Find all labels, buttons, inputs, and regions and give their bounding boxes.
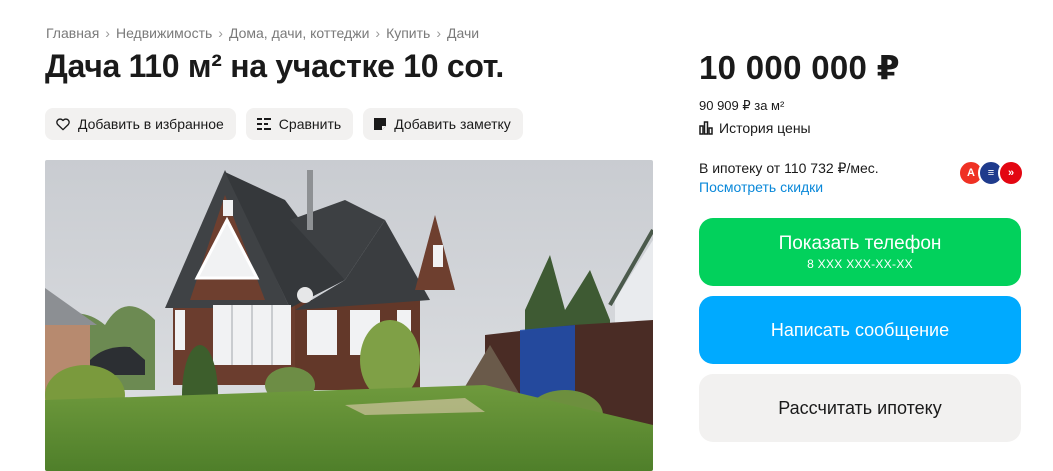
add-to-favorites-button[interactable]: Добавить в избранное <box>45 108 236 140</box>
add-note-label: Добавить заметку <box>394 116 511 132</box>
compare-button[interactable]: Сравнить <box>245 108 354 140</box>
add-to-favorites-label: Добавить в избранное <box>78 116 224 132</box>
breadcrumb-item-realty[interactable]: Недвижимость <box>116 25 212 41</box>
breadcrumb-separator: › <box>436 25 441 41</box>
show-phone-button[interactable]: Показать телефон 8 XXX XXX-XX-XX <box>699 218 1021 286</box>
breadcrumb-item-houses[interactable]: Дома, дачи, коттеджи <box>229 25 369 41</box>
listing-actions: Добавить в избранное Сравнить Добавить з… <box>45 108 523 140</box>
price-history-label: История цены <box>719 120 811 136</box>
compare-label: Сравнить <box>278 116 342 132</box>
write-message-button[interactable]: Написать сообщение <box>699 296 1021 364</box>
page-title: Дача 110 м² на участке 10 сот. <box>45 48 504 84</box>
mortgage-offer: В ипотеку от 110 732 ₽/мес. <box>699 160 879 176</box>
breadcrumb-item-dachas[interactable]: Дачи <box>447 25 479 41</box>
show-phone-label: Показать телефон <box>778 233 942 254</box>
breadcrumb-item-home[interactable]: Главная <box>46 25 99 41</box>
bank-logos: A ≡ » <box>958 160 1024 186</box>
price-per-sqm: 90 909 ₽ за м² <box>699 98 785 113</box>
note-icon <box>374 118 387 130</box>
breadcrumb: Главная › Недвижимость › Дома, дачи, кот… <box>46 25 479 41</box>
calculate-mortgage-label: Рассчитать ипотеку <box>778 397 942 418</box>
breadcrumb-item-buy[interactable]: Купить <box>386 25 430 41</box>
heart-icon <box>56 118 70 131</box>
bank-red-icon: » <box>998 160 1024 186</box>
breadcrumb-separator: › <box>105 25 110 41</box>
price-history-link[interactable]: История цены <box>699 120 811 136</box>
add-note-button[interactable]: Добавить заметку <box>363 108 523 140</box>
bar-chart-icon <box>699 121 713 135</box>
breadcrumb-separator: › <box>375 25 381 41</box>
price-total: 10 000 000 ₽ <box>699 49 900 86</box>
listing-photo[interactable] <box>45 160 653 471</box>
write-message-label: Написать сообщение <box>770 319 950 340</box>
compare-icon <box>256 118 271 130</box>
calculate-mortgage-button[interactable]: Рассчитать ипотеку <box>699 374 1021 442</box>
breadcrumb-separator: › <box>218 25 223 41</box>
house-photo-image <box>45 160 653 471</box>
phone-mask: 8 XXX XXX-XX-XX <box>807 257 913 271</box>
view-discounts-link[interactable]: Посмотреть скидки <box>699 179 823 195</box>
